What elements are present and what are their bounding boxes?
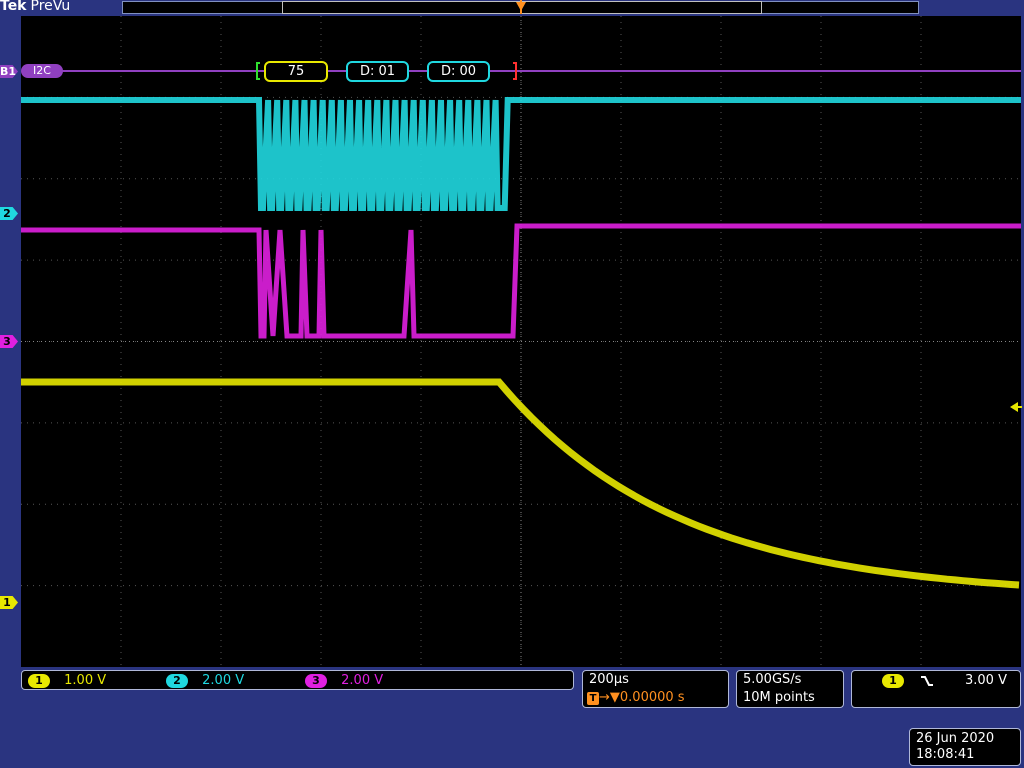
top-bar: Tek PreVu — [0, 0, 1024, 16]
ch3-scale-value: 2.00 V — [341, 673, 384, 688]
ch1-scale[interactable]: 1 1.00 V — [28, 673, 106, 688]
trigger-level-icon[interactable] — [1010, 401, 1022, 413]
waveform-graticule[interactable] — [21, 16, 1021, 667]
trigger-source-chip: 1 — [882, 674, 904, 688]
bus-packet-data-1: D: 01 — [346, 61, 409, 82]
ch2-ground-marker[interactable]: 2 — [0, 207, 18, 220]
bus-label: I2C — [21, 64, 63, 78]
ch2-scale-value: 2.00 V — [202, 673, 245, 688]
timebase-panel[interactable]: 200µs T →▼0.00000 s — [582, 670, 729, 708]
mode-label: PreVu — [30, 0, 71, 14]
trigger-panel[interactable]: 1 3.00 V — [851, 670, 1021, 708]
bus-marker-b1[interactable]: B1 — [0, 65, 18, 78]
ch3-chip: 3 — [305, 673, 327, 688]
ch3-scale[interactable]: 3 2.00 V — [305, 673, 383, 688]
ch1-trace — [21, 378, 1020, 589]
acquisition-panel[interactable]: 5.00GS/s 10M points — [736, 670, 844, 708]
trigger-position-value: 0.00000 s — [619, 690, 685, 705]
falling-edge-icon — [921, 676, 933, 686]
trigger-position: T →▼0.00000 s — [587, 690, 685, 705]
trigger-t-icon: T — [587, 692, 599, 705]
datetime-display: 26 Jun 2020 18:08:41 — [909, 728, 1021, 766]
ch1-ground-marker[interactable]: 1 — [0, 596, 18, 609]
ch2-chip: 2 — [166, 673, 188, 688]
arrow-down-icon: ▼ — [609, 690, 620, 705]
brand-logo: Tek — [0, 0, 27, 14]
ch1-chip: 1 — [28, 673, 50, 688]
record-length: 10M points — [743, 690, 815, 705]
bus-packet-data-2: D: 00 — [427, 61, 490, 82]
trigger-position-icon[interactable] — [513, 0, 529, 16]
ch1-scale-value: 1.00 V — [64, 673, 107, 688]
timebase-scale: 200µs — [589, 672, 629, 687]
arrow-right-icon: → — [599, 690, 610, 705]
time: 18:08:41 — [916, 747, 975, 762]
ch2-scale[interactable]: 2 2.00 V — [166, 673, 244, 688]
date: 26 Jun 2020 — [916, 731, 995, 746]
sample-rate: 5.00GS/s — [743, 672, 802, 687]
trigger-level: 3.00 V — [965, 673, 1007, 688]
bus-packet-address: 75 — [264, 61, 328, 82]
vertical-scales-panel[interactable]: 1 1.00 V 2 2.00 V 3 2.00 V — [21, 670, 574, 690]
waveform-display — [21, 16, 1021, 667]
brand: Tek PreVu — [0, 0, 70, 14]
ch3-ground-marker[interactable]: 3 — [0, 335, 18, 348]
